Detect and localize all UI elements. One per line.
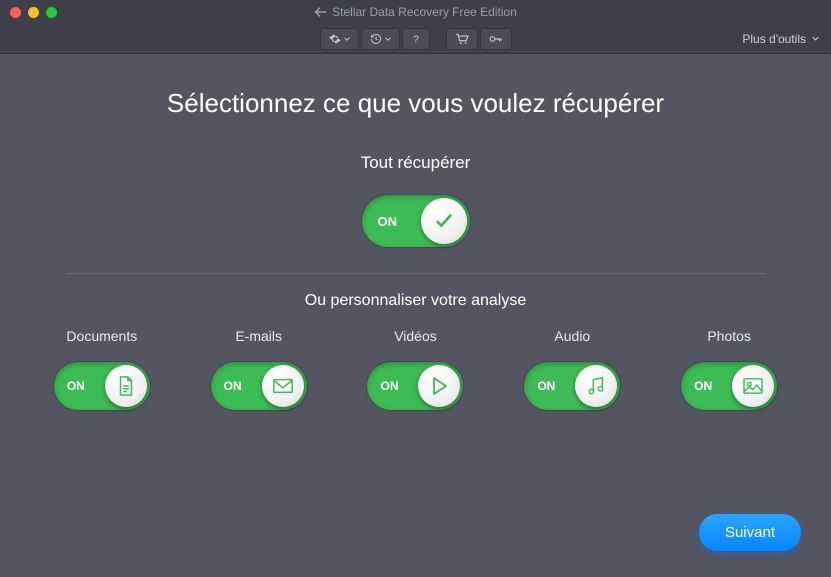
category-documents: Documents ON bbox=[27, 328, 177, 410]
chevron-down-icon bbox=[812, 35, 819, 42]
zoom-window-button[interactable] bbox=[46, 7, 57, 18]
photos-toggle[interactable]: ON bbox=[681, 362, 777, 410]
audio-toggle[interactable]: ON bbox=[524, 362, 620, 410]
recover-all-title: Tout récupérer bbox=[0, 153, 831, 173]
close-window-button[interactable] bbox=[10, 7, 21, 18]
toggle-knob bbox=[421, 198, 467, 244]
toggle-state-label: ON bbox=[378, 214, 398, 229]
settings-button[interactable] bbox=[320, 28, 359, 50]
category-label: Vidéos bbox=[394, 328, 437, 344]
more-tools-menu[interactable]: Plus d'outils bbox=[742, 24, 819, 53]
document-icon bbox=[116, 375, 136, 397]
chevron-down-icon bbox=[344, 36, 350, 42]
toolbar-spacer bbox=[432, 28, 444, 50]
videos-toggle[interactable]: ON bbox=[367, 362, 463, 410]
documents-toggle[interactable]: ON bbox=[54, 362, 150, 410]
toggle-knob bbox=[262, 365, 304, 407]
window-controls bbox=[10, 7, 57, 18]
minimize-window-button[interactable] bbox=[28, 7, 39, 18]
history-button[interactable] bbox=[361, 28, 400, 50]
cart-button[interactable] bbox=[446, 28, 478, 50]
question-icon: ? bbox=[411, 33, 421, 45]
key-button[interactable] bbox=[480, 28, 512, 50]
image-icon bbox=[742, 377, 764, 395]
category-videos: Vidéos ON bbox=[340, 328, 490, 410]
category-emails: E-mails ON bbox=[184, 328, 334, 410]
svg-text:?: ? bbox=[413, 34, 419, 45]
gear-icon bbox=[329, 33, 341, 45]
category-grid: Documents ON E-mails ON bbox=[0, 328, 831, 410]
history-icon bbox=[370, 33, 382, 45]
play-icon bbox=[430, 376, 448, 396]
category-label: Documents bbox=[66, 328, 137, 344]
category-label: E-mails bbox=[235, 328, 282, 344]
help-button[interactable]: ? bbox=[402, 28, 430, 50]
back-arrow-icon bbox=[314, 7, 326, 17]
toggle-state-label: ON bbox=[694, 379, 712, 393]
more-tools-label: Plus d'outils bbox=[742, 32, 806, 46]
next-button[interactable]: Suivant bbox=[699, 514, 801, 551]
toolbar-button-group: ? bbox=[320, 28, 512, 50]
cart-icon bbox=[455, 33, 469, 45]
toggle-knob bbox=[732, 365, 774, 407]
titlebar: Stellar Data Recovery Free Edition bbox=[0, 0, 831, 24]
category-label: Audio bbox=[554, 328, 590, 344]
recover-all-toggle[interactable]: ON bbox=[362, 195, 470, 247]
toggle-knob bbox=[575, 365, 617, 407]
customize-title: Ou personnaliser votre analyse bbox=[0, 292, 831, 310]
window-title: Stellar Data Recovery Free Edition bbox=[332, 5, 517, 19]
mail-icon bbox=[272, 377, 294, 395]
toolbar: ? Plus d'outils bbox=[0, 24, 831, 54]
toggle-knob bbox=[105, 365, 147, 407]
key-icon bbox=[489, 33, 503, 45]
category-audio: Audio ON bbox=[497, 328, 647, 410]
category-label: Photos bbox=[707, 328, 751, 344]
section-divider bbox=[66, 273, 766, 274]
main-content: Sélectionnez ce que vous voulez récupére… bbox=[0, 54, 831, 410]
toggle-state-label: ON bbox=[380, 379, 398, 393]
emails-toggle[interactable]: ON bbox=[211, 362, 307, 410]
page-title: Sélectionnez ce que vous voulez récupére… bbox=[0, 88, 831, 119]
category-photos: Photos ON bbox=[654, 328, 804, 410]
toggle-knob bbox=[418, 365, 460, 407]
toggle-state-label: ON bbox=[224, 379, 242, 393]
chevron-down-icon bbox=[385, 36, 391, 42]
music-icon bbox=[586, 375, 606, 397]
window-title-wrap: Stellar Data Recovery Free Edition bbox=[314, 5, 517, 19]
toggle-state-label: ON bbox=[67, 379, 85, 393]
toggle-state-label: ON bbox=[537, 379, 555, 393]
checkmark-icon bbox=[433, 210, 455, 232]
